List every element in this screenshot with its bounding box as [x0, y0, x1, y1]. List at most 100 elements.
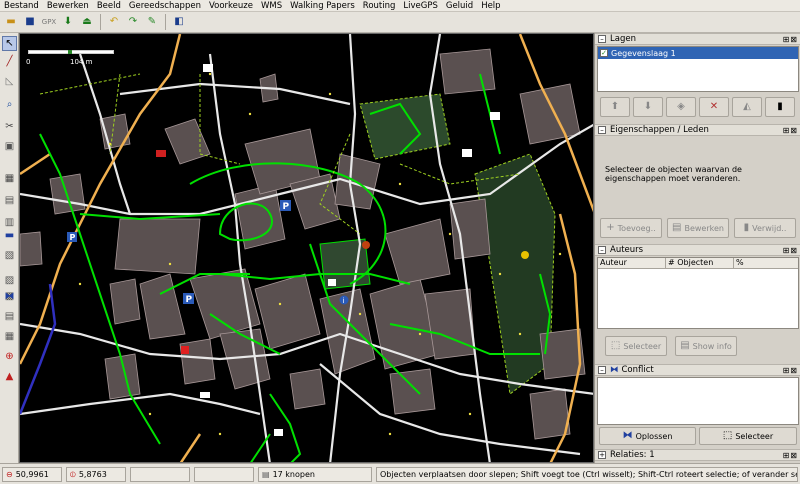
panel-detach-close-icon[interactable]: ⊞⊠ [783, 451, 798, 460]
draw-tool-icon[interactable]: ╱ [2, 54, 17, 69]
menu-geluid[interactable]: Geluid [442, 0, 477, 12]
delete-tag-label: Verwijd.. [752, 223, 787, 233]
select-conflict-button[interactable]: ⬚ Selecteer [699, 427, 797, 445]
zoom-tool-icon[interactable]: ⌕ [2, 97, 17, 112]
save-icon[interactable]: ■ [22, 14, 38, 30]
node-count-field: ▤ 17 knopen [258, 467, 372, 482]
conflict-icon[interactable]: ⧓ [2, 289, 17, 304]
relation-tool-icon[interactable]: ▤ [2, 193, 17, 208]
merge-layer-button[interactable]: ◈ [666, 97, 696, 117]
waterway [20, 283, 57, 415]
gps-icon[interactable]: ⊕ [2, 349, 17, 364]
longitude-field: ⦶ 5,8763 [66, 467, 126, 482]
latitude-value: 50,9961 [15, 470, 49, 479]
column-author[interactable]: Auteur [598, 258, 666, 268]
menu-routing[interactable]: Routing [359, 0, 400, 12]
collapse-toggle-icon[interactable]: – [598, 366, 606, 374]
resolve-conflict-button[interactable]: ⧓ Oplossen [599, 427, 696, 445]
angle-field [194, 467, 254, 482]
scale-start-label: 0 [26, 58, 31, 66]
latitude-icon: ⊖ [6, 470, 13, 479]
layers-panel-header[interactable]: – Lagen ⊞⊠ [595, 33, 800, 45]
delete-layer-button[interactable]: ▮ [765, 97, 795, 117]
authors-icon[interactable]: ▤ [2, 309, 17, 324]
preferences-icon[interactable]: ✎ [144, 14, 160, 30]
warning-icon[interactable]: ▲ [2, 369, 17, 384]
edit-tag-label: Bewerken [684, 223, 724, 233]
properties-message: Selecteer de objecten waarvan de eigensc… [605, 165, 742, 183]
column-objects[interactable]: # Objecten [666, 258, 734, 268]
redo-icon[interactable]: ↷ [125, 14, 141, 30]
menu-bewerken[interactable]: Bewerken [43, 0, 93, 12]
map-canvas[interactable]: P P P i [20, 34, 594, 463]
conflict-panel-header[interactable]: – ⧓ Conflict ⊞⊠ [595, 364, 800, 376]
longitude-icon: ⦶ [70, 469, 76, 479]
main-toolbar: ▬ ■ GPX ⬇ ⏏ ↶ ↷ ✎ ◧ [0, 12, 800, 33]
toggle-dialog-icon[interactable]: ▧ [2, 248, 17, 263]
svg-text:i: i [343, 297, 345, 305]
delete-tool-icon[interactable]: ✂ [2, 119, 17, 134]
visibility-icon: ✕ [709, 101, 719, 112]
layer-row[interactable]: ✓ Gegevenslaag 1 [598, 47, 798, 59]
panel-detach-close-icon[interactable]: ⊞⊠ [783, 126, 798, 135]
svg-text:P: P [186, 295, 193, 305]
add-tag-label: Toevoeg.. [617, 223, 656, 233]
area-tool-icon[interactable]: ▣ [2, 139, 17, 154]
properties-panel-title: Eigenschappen / Leden [610, 125, 709, 135]
relations-panel-title: Relaties: 1 [610, 450, 655, 460]
panel-detach-close-icon[interactable]: ⊞⊠ [783, 366, 798, 375]
select-author-button[interactable]: ⬚ Selecteer [605, 336, 667, 356]
undo-icon[interactable]: ↶ [106, 14, 122, 30]
move-up-button[interactable]: ⬆ [600, 97, 630, 117]
measure-tool-icon[interactable]: ◺ [2, 74, 17, 89]
menu-gereedschappen[interactable]: Gereedschappen [125, 0, 205, 12]
fullscreen-icon[interactable]: ◧ [171, 14, 187, 30]
relations-panel-header[interactable]: + Relaties: 1 ⊞⊠ [595, 449, 800, 461]
show-info-button[interactable]: ▤ Show info [675, 336, 737, 356]
menu-livegps[interactable]: LiveGPS [399, 0, 441, 12]
show-hide-button[interactable]: ◭ [732, 97, 762, 117]
toolbar-separator [100, 14, 101, 30]
menu-walking-papers[interactable]: Walking Papers [286, 0, 359, 12]
menu-voorkeuze[interactable]: Voorkeuze [205, 0, 257, 12]
edit-tag-button[interactable]: ▤ Bewerken [667, 218, 729, 238]
parking-icon: P [280, 200, 291, 212]
select-icon: ⬚ [722, 430, 733, 441]
building-tool-icon[interactable]: ▦ [2, 171, 17, 186]
column-percent[interactable]: % [734, 258, 798, 268]
delete-tag-button[interactable]: ▮ Verwijd.. [734, 218, 796, 238]
move-down-button[interactable]: ⬇ [633, 97, 663, 117]
properties-panel-header[interactable]: – Eigenschappen / Leden ⊞⊠ [595, 124, 800, 136]
show-info-label: Show info [692, 341, 732, 351]
panel-detach-close-icon[interactable]: ⊞⊠ [783, 246, 798, 255]
upload-icon[interactable]: ⏏ [79, 14, 95, 30]
properties-icon[interactable]: ▦ [2, 329, 17, 344]
map-view[interactable]: P P P i 0 104 m [19, 33, 594, 463]
download-icon[interactable]: ⬇ [60, 14, 76, 30]
filter-icon[interactable]: ▨ [2, 273, 17, 288]
collapse-toggle-icon[interactable]: – [598, 35, 606, 43]
hospital-icon [181, 346, 189, 354]
layers-icon[interactable]: ▬ [2, 228, 17, 243]
collapse-toggle-icon[interactable]: – [598, 126, 606, 134]
collapse-toggle-icon[interactable]: – [598, 246, 606, 254]
select-tool-icon[interactable]: ↖ [2, 36, 17, 51]
add-tag-button[interactable]: + Toevoeg.. [600, 218, 662, 238]
expand-toggle-icon[interactable]: + [598, 451, 606, 459]
layer-checkbox[interactable]: ✓ [600, 49, 608, 57]
select-icon: ⬚ [610, 340, 621, 351]
panel-detach-close-icon[interactable]: ⊞⊠ [783, 35, 798, 44]
menu-wms[interactable]: WMS [257, 0, 286, 12]
menu-help[interactable]: Help [477, 0, 504, 12]
menu-beeld[interactable]: Beeld [93, 0, 125, 12]
heading-field [130, 467, 190, 482]
resolve-label: Oplossen [635, 431, 673, 441]
toggle-visibility-button[interactable]: ✕ [699, 97, 729, 117]
menu-bestand[interactable]: Bestand [0, 0, 43, 12]
longitude-value: 5,8763 [78, 470, 107, 479]
authors-panel-header[interactable]: – Auteurs ⊞⊠ [595, 244, 800, 256]
save-gpx-icon[interactable]: GPX [41, 14, 57, 30]
latitude-field: ⊖ 50,9961 [2, 467, 62, 482]
layers-list: ✓ Gegevenslaag 1 [597, 46, 799, 92]
open-file-icon[interactable]: ▬ [3, 14, 19, 30]
